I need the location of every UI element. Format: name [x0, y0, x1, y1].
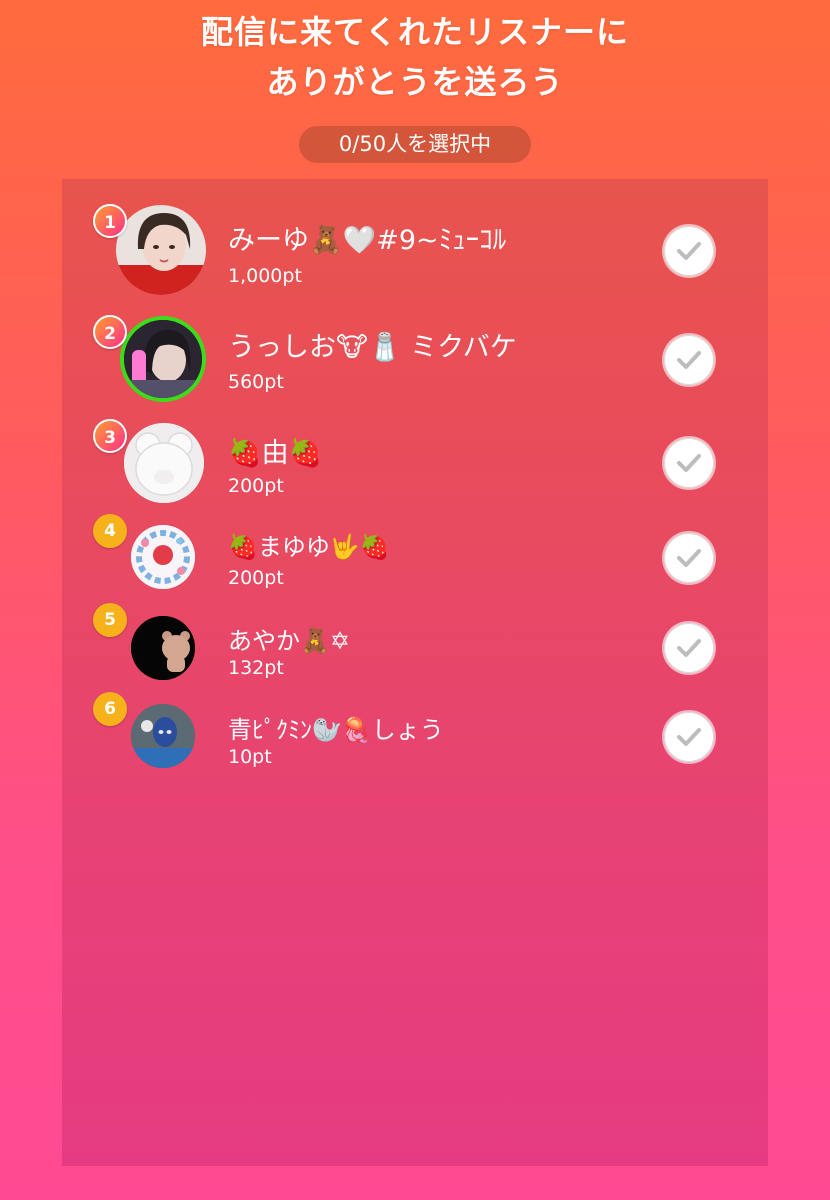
bear-placeholder-icon — [124, 423, 204, 503]
check-icon — [677, 351, 701, 369]
rank-badge: 1 — [93, 204, 127, 238]
rank-badge: 5 — [93, 603, 127, 637]
select-checkbox[interactable] — [664, 712, 714, 762]
listener-points: 560pt — [228, 371, 284, 393]
select-checkbox[interactable] — [664, 623, 714, 673]
listener-points: 200pt — [228, 475, 284, 497]
listener-points: 1,000pt — [228, 265, 302, 287]
rank-badge: 6 — [93, 692, 127, 726]
list-item[interactable]: 2 うっしお🐮🧂 ミクバケ 560pt — [62, 315, 768, 405]
listener-points: 10pt — [228, 746, 272, 768]
list-item[interactable]: 4 🍓まゆゆ🤟🍓 200pt — [62, 513, 768, 603]
avatar — [131, 616, 195, 680]
list-item[interactable]: 3 🍓由🍓 200pt — [62, 419, 768, 509]
list-item[interactable]: 5 あやか🧸✡ 132pt — [62, 603, 768, 693]
avatar — [124, 320, 202, 398]
rank-badge: 3 — [93, 419, 127, 453]
check-icon — [677, 242, 701, 260]
avatar — [124, 423, 204, 503]
listener-points: 132pt — [228, 657, 284, 679]
list-item[interactable]: 6 青ﾋﾟｸﾐﾝ🦭🪼しょう 10pt — [62, 692, 768, 782]
check-icon — [677, 728, 701, 746]
select-checkbox[interactable] — [664, 438, 714, 488]
selection-counter: 0/50人を選択中 — [299, 126, 531, 163]
rank-badge: 2 — [93, 315, 127, 349]
list-item[interactable]: 1 みーゆ🧸🤍#9~ﾐｭｰｺﾙ 1,000pt — [62, 201, 768, 295]
page-title-line-2: ありがとうを送ろう — [266, 63, 564, 101]
listener-name: みーゆ🧸🤍#9~ﾐｭｰｺﾙ — [228, 225, 507, 256]
listener-name: あやか🧸✡ — [228, 627, 350, 655]
listener-name: うっしお🐮🧂 ミクバケ — [228, 332, 517, 363]
rank-badge: 4 — [93, 514, 127, 548]
avatar — [131, 704, 195, 768]
check-icon — [677, 454, 701, 472]
select-checkbox[interactable] — [664, 533, 714, 583]
listener-name: 🍓由🍓 — [228, 438, 323, 469]
listener-list: 1 みーゆ🧸🤍#9~ﾐｭｰｺﾙ 1,000pt 2 うっしお🐮🧂 ミクバケ 56… — [62, 179, 768, 1166]
check-icon — [677, 549, 701, 567]
listener-points: 200pt — [228, 567, 284, 589]
check-icon — [677, 639, 701, 657]
select-checkbox[interactable] — [664, 335, 714, 385]
listener-name: 青ﾋﾟｸﾐﾝ🦭🪼しょう — [228, 716, 444, 744]
listener-name: 🍓まゆゆ🤟🍓 — [228, 533, 390, 561]
avatar — [131, 525, 195, 589]
avatar — [116, 205, 206, 295]
select-checkbox[interactable] — [664, 226, 714, 276]
